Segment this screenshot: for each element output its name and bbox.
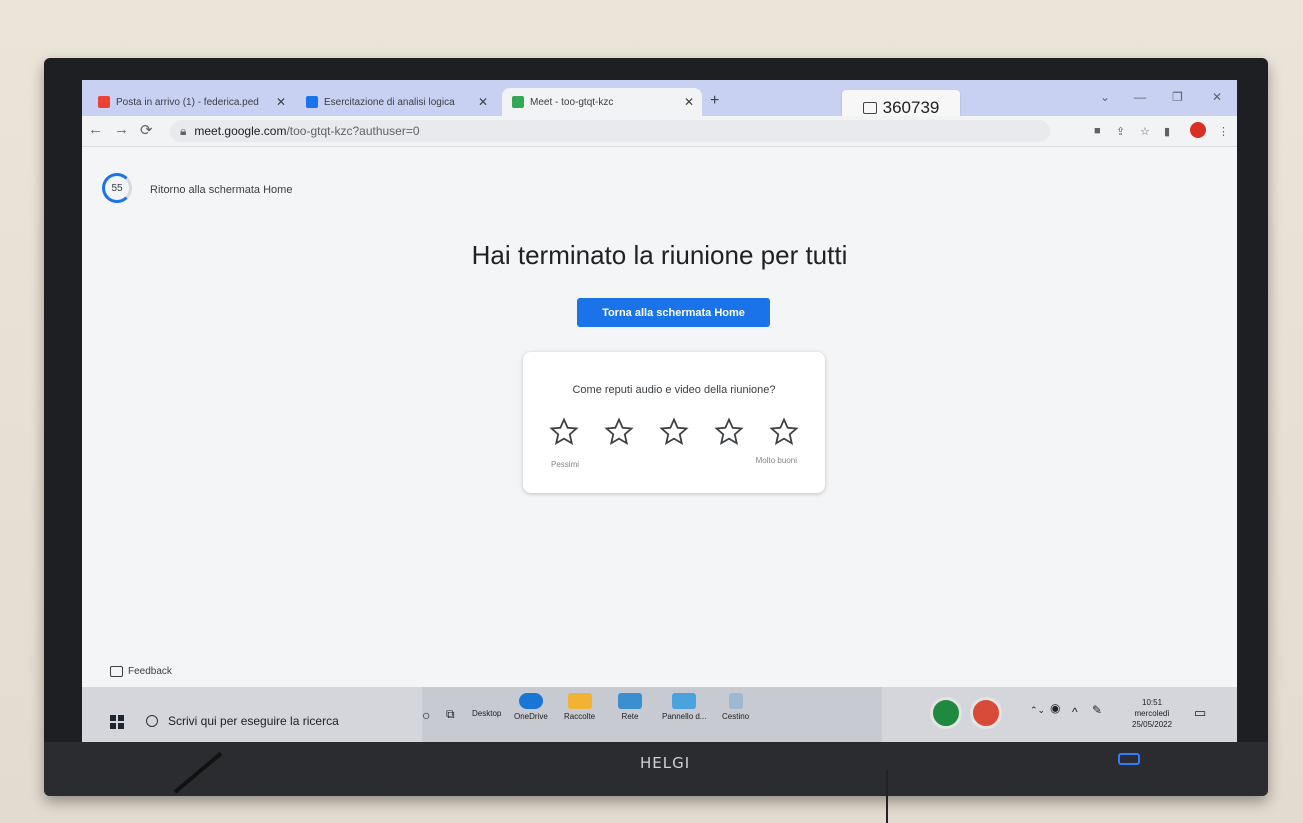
- pen-icon[interactable]: ✎: [1092, 703, 1102, 717]
- countdown-timer: 55: [102, 173, 132, 203]
- url-path: /too-gtqt-kzc?authuser=0: [286, 124, 420, 138]
- camera-icon[interactable]: ■: [1094, 125, 1101, 137]
- close-icon[interactable]: ✕: [478, 95, 488, 109]
- tab-gmail[interactable]: Posta in arrivo (1) - federica.ped ✕: [88, 88, 294, 116]
- minimize-button[interactable]: —: [1134, 90, 1146, 104]
- recycle-bin-icon: [728, 693, 743, 709]
- tab-label: Esercitazione di analisi logica: [324, 96, 455, 108]
- taskbar: Scrivi qui per eseguire la ricerca ○ ⧉ D…: [82, 687, 1237, 742]
- rete-label: Rete: [621, 712, 639, 721]
- tray-app-icon[interactable]: ◉: [1050, 701, 1060, 715]
- star-icon[interactable]: [714, 417, 744, 447]
- tab-search-icon[interactable]: ⌄: [1100, 90, 1110, 104]
- taskbar-icons: ○ ⧉ Desktop OneDrive Raccolte Rete Panne…: [422, 687, 882, 742]
- tab-strip: Posta in arrivo (1) - federica.ped ✕ Ese…: [82, 80, 1237, 116]
- meet-icon: [512, 96, 524, 108]
- clock-date: 25/05/2022: [1132, 720, 1173, 729]
- cortana-icon[interactable]: ○: [422, 707, 430, 723]
- forward-arrow-icon[interactable]: →: [114, 121, 129, 138]
- close-icon[interactable]: ✕: [684, 95, 694, 109]
- star-icon[interactable]: [549, 417, 579, 447]
- lock-icon: 🔒︎: [180, 123, 187, 138]
- close-icon[interactable]: ✕: [276, 95, 286, 109]
- return-home-text: Ritorno alla schermata Home: [150, 184, 293, 196]
- side-panel-icon[interactable]: ▮: [1164, 125, 1170, 138]
- avatar[interactable]: [1190, 122, 1206, 138]
- new-tab-button[interactable]: +: [710, 92, 719, 110]
- url-field[interactable]: 🔒︎ meet.google.com /too-gtqt-kzc?authuse…: [170, 120, 1050, 142]
- tab-esercitazione[interactable]: Esercitazione di analisi logica ✕: [296, 88, 496, 116]
- pannello-button[interactable]: Pannello d...: [662, 693, 706, 721]
- onedrive-icon: [518, 693, 543, 709]
- onedrive-button[interactable]: OneDrive: [514, 693, 548, 721]
- pannello-label: Pannello d...: [662, 712, 707, 721]
- rating-low-label: Pessimi: [551, 460, 580, 469]
- chrome-icon[interactable]: [930, 697, 962, 729]
- page-title: Hai terminato la riunione per tutti: [471, 240, 848, 270]
- gmail-icon: [98, 96, 110, 108]
- search-placeholder: Scrivi qui per eseguire la ricerca: [168, 714, 339, 728]
- chrome-icon[interactable]: [970, 697, 1002, 729]
- chevron-up-icon[interactable]: ^: [1072, 705, 1078, 719]
- feedback-label: Feedback: [128, 666, 172, 677]
- cestino-button[interactable]: Cestino: [722, 693, 749, 721]
- taskbar-search[interactable]: Scrivi qui per eseguire la ricerca: [140, 705, 430, 737]
- tab-label: Posta in arrivo (1) - federica.ped: [116, 96, 259, 108]
- url-host: meet.google.com: [194, 124, 287, 138]
- notification-icon[interactable]: ▭: [1194, 705, 1206, 721]
- raccolte-label: Raccolte: [564, 712, 596, 721]
- folder-icon: [567, 693, 592, 709]
- bookmark-star-icon[interactable]: ☆: [1140, 125, 1150, 138]
- screen: Posta in arrivo (1) - federica.ped ✕ Ese…: [82, 80, 1237, 742]
- scroll-arrows-icon[interactable]: ⌃⌄: [1030, 705, 1045, 716]
- rete-button[interactable]: Rete: [618, 693, 642, 721]
- cestino-label: Cestino: [722, 712, 750, 721]
- search-icon: [146, 715, 158, 727]
- windows-start-icon[interactable]: [110, 715, 124, 729]
- return-home-button[interactable]: Torna alla schermata Home: [577, 298, 770, 327]
- desktop-toolbar[interactable]: Desktop: [472, 709, 501, 718]
- cable: [886, 770, 888, 823]
- close-window-button[interactable]: ✕: [1212, 90, 1222, 104]
- monitor-brand: HELGI: [640, 754, 691, 772]
- power-led: [1118, 753, 1140, 765]
- reload-icon[interactable]: ⟳: [140, 121, 153, 139]
- tab-meet[interactable]: Meet - too-gtqt-kzc ✕: [502, 88, 702, 116]
- tab-label: Meet - too-gtqt-kzc: [530, 96, 614, 108]
- rating-stars: [549, 417, 799, 447]
- system-clock[interactable]: 10:51 mercoledì 25/05/2022: [1132, 697, 1172, 730]
- share-icon[interactable]: ⇪: [1116, 125, 1125, 138]
- raccolte-button[interactable]: Raccolte: [564, 693, 595, 721]
- restore-button[interactable]: ❐: [1172, 90, 1183, 104]
- task-view-icon[interactable]: ⧉: [446, 707, 455, 722]
- code-icon: [862, 102, 877, 114]
- feedback-link[interactable]: Feedback: [110, 666, 172, 677]
- rating-card: Come reputi audio e video della riunione…: [523, 352, 825, 493]
- rating-question: Come reputi audio e video della riunione…: [572, 384, 776, 396]
- control-panel-icon: [672, 693, 697, 709]
- rating-high-label: Molto buoni: [755, 456, 797, 465]
- clock-time: 10:51: [1142, 698, 1163, 707]
- network-icon: [618, 693, 642, 709]
- onedrive-label: OneDrive: [514, 712, 548, 721]
- meeting-code: 360739: [882, 98, 940, 117]
- forms-icon: [306, 96, 318, 108]
- star-icon[interactable]: [769, 417, 799, 447]
- back-arrow-icon[interactable]: ←: [88, 121, 103, 138]
- feedback-icon: [110, 666, 123, 677]
- clock-day: mercoledì: [1134, 709, 1170, 718]
- address-bar: ← → ⟳ 🔒︎ meet.google.com /too-gtqt-kzc?a…: [82, 116, 1237, 147]
- star-icon[interactable]: [659, 417, 689, 447]
- menu-icon[interactable]: ⋮: [1218, 125, 1229, 138]
- star-icon[interactable]: [604, 417, 634, 447]
